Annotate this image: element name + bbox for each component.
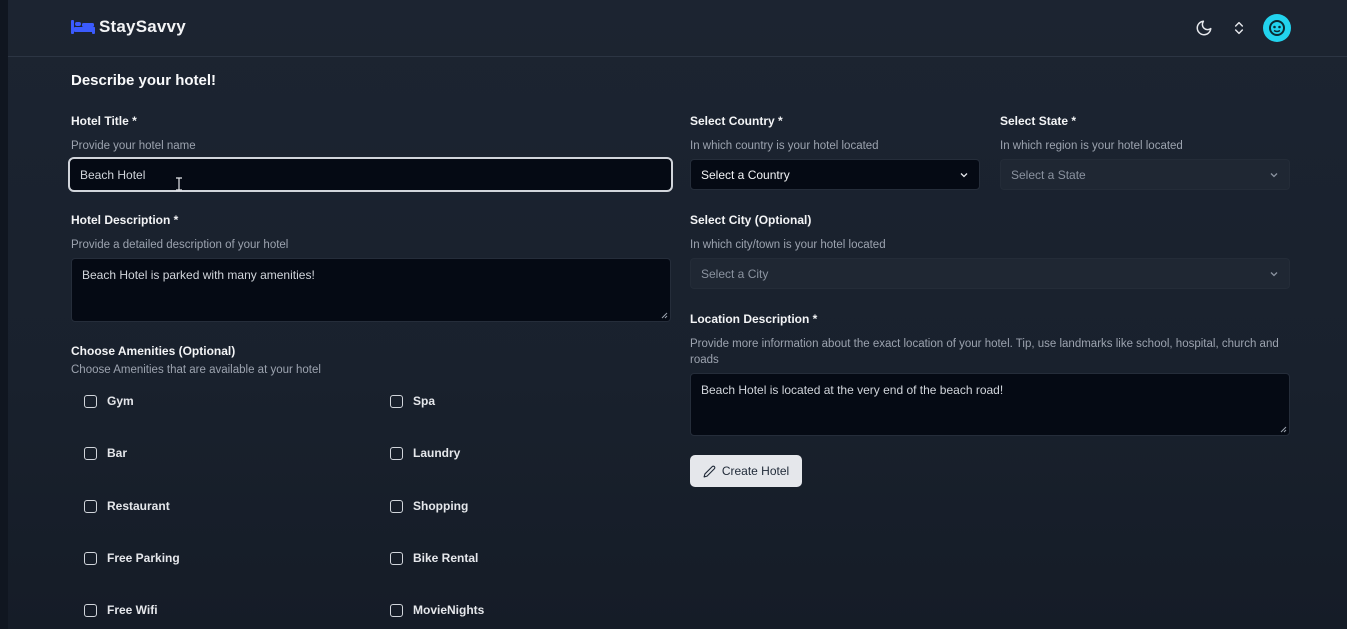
city-hint: In which city/town is your hotel located [690, 239, 886, 251]
amenities-label: Choose Amenities (Optional) [71, 344, 236, 358]
chevron-down-icon [960, 172, 968, 177]
state-label: Select State * [1000, 114, 1077, 128]
amenity-label: Free Wifi [107, 603, 158, 617]
checkbox[interactable] [84, 499, 97, 513]
left-edge-strip [0, 0, 8, 629]
location-description-textarea[interactable]: Beach Hotel is located at the very end o… [690, 373, 1290, 436]
state-field: Select State * In which region is your h… [1000, 114, 1183, 154]
chevron-down-icon [1270, 172, 1278, 177]
checkbox[interactable] [390, 551, 403, 565]
country-field: Select Country * In which country is you… [690, 114, 879, 154]
country-label: Select Country * [690, 114, 783, 128]
hotel-description-textarea[interactable]: Beach Hotel is parked with many amenitie… [71, 258, 671, 322]
text-cursor-icon [176, 177, 182, 191]
amenity-label: Bar [107, 446, 128, 460]
checkbox[interactable] [390, 499, 403, 513]
moon-icon [1196, 20, 1212, 36]
location-description-value: Beach Hotel is located at the very end o… [701, 383, 1004, 397]
amenity-label: Spa [413, 394, 436, 408]
hotel-description-label: Hotel Description * [71, 213, 179, 227]
create-hotel-label: Create Hotel [721, 464, 790, 478]
amenity-label: Gym [107, 394, 134, 408]
city-select-value: Select a City [701, 266, 769, 281]
hotel-title-label: Hotel Title * [71, 114, 137, 128]
amenity-shopping[interactable]: Shopping [390, 499, 468, 513]
hotel-title-value: Beach Hotel [80, 167, 146, 182]
avatar-face-icon [1269, 20, 1285, 36]
location-description-label: Location Description * [690, 312, 818, 326]
amenity-bar[interactable]: Bar [84, 446, 127, 460]
amenity-gym[interactable]: Gym [84, 394, 134, 408]
theme-toggle-button[interactable] [1190, 14, 1218, 42]
amenity-label: Restaurant [107, 499, 170, 513]
country-select[interactable]: Select a Country [690, 159, 980, 190]
resize-grip-icon[interactable] [1279, 425, 1287, 433]
hotel-title-input[interactable]: Beach Hotel [68, 157, 673, 192]
amenity-label: Bike Rental [413, 551, 479, 565]
amenities-hint: Choose Amenities that are available at y… [71, 364, 321, 376]
amenity-free-parking[interactable]: Free Parking [84, 551, 180, 565]
page: StaySavvy Describe your hotel! Hotel Tit… [0, 0, 1347, 629]
amenity-movienights[interactable]: MovieNights [390, 603, 484, 617]
brand-logo[interactable]: StaySavvy [70, 17, 186, 37]
hotel-description-field: Hotel Description * Provide a detailed d… [71, 213, 288, 253]
city-label: Select City (Optional) [690, 213, 812, 227]
amenity-label: Free Parking [107, 551, 180, 565]
create-hotel-button[interactable]: Create Hotel [690, 455, 802, 487]
chevron-updown-icon [1234, 21, 1244, 35]
location-description-hint: Provide more information about the exact… [690, 338, 1279, 366]
amenity-bike-rental[interactable]: Bike Rental [390, 551, 478, 565]
checkbox[interactable] [84, 603, 97, 617]
hotel-title-hint: Provide your hotel name [71, 140, 196, 152]
checkbox[interactable] [390, 603, 403, 617]
country-hint: In which country is your hotel located [690, 140, 879, 152]
amenity-free-wifi[interactable]: Free Wifi [84, 603, 158, 617]
amenity-laundry[interactable]: Laundry [390, 446, 460, 460]
chevron-down-icon [1270, 271, 1278, 276]
top-navbar: StaySavvy [8, 0, 1347, 57]
bed-icon [71, 20, 95, 34]
checkbox[interactable] [390, 446, 403, 460]
resize-grip-icon[interactable] [660, 311, 668, 319]
hotel-description-hint: Provide a detailed description of your h… [71, 239, 289, 251]
checkbox[interactable] [390, 394, 403, 408]
checkbox[interactable] [84, 394, 97, 408]
page-title: Describe your hotel! [71, 72, 217, 89]
hotel-description-value: Beach Hotel is parked with many amenitie… [82, 268, 315, 282]
brand-name: StaySavvy [99, 17, 186, 36]
amenities-field: Choose Amenities (Optional) Choose Ameni… [71, 344, 321, 378]
switcher-button[interactable] [1225, 14, 1253, 42]
state-select[interactable]: Select a State [1000, 159, 1290, 190]
city-select[interactable]: Select a City [690, 258, 1290, 289]
amenity-label: Shopping [413, 499, 469, 513]
checkbox[interactable] [84, 551, 97, 565]
checkbox[interactable] [84, 446, 97, 460]
amenity-label: MovieNights [413, 603, 485, 617]
amenity-label: Laundry [413, 446, 461, 460]
header-actions [1183, 14, 1291, 42]
pencil-icon [703, 465, 716, 477]
amenity-spa[interactable]: Spa [390, 394, 435, 408]
state-select-value: Select a State [1011, 167, 1086, 182]
avatar[interactable] [1263, 14, 1291, 42]
amenity-restaurant[interactable]: Restaurant [84, 499, 170, 513]
country-select-value: Select a Country [701, 167, 790, 182]
city-field: Select City (Optional) In which city/tow… [690, 213, 886, 253]
hotel-title-field: Hotel Title * Provide your hotel name [71, 114, 196, 154]
state-hint: In which region is your hotel located [1000, 140, 1183, 152]
location-description-field: Location Description * Provide more info… [690, 312, 1290, 368]
